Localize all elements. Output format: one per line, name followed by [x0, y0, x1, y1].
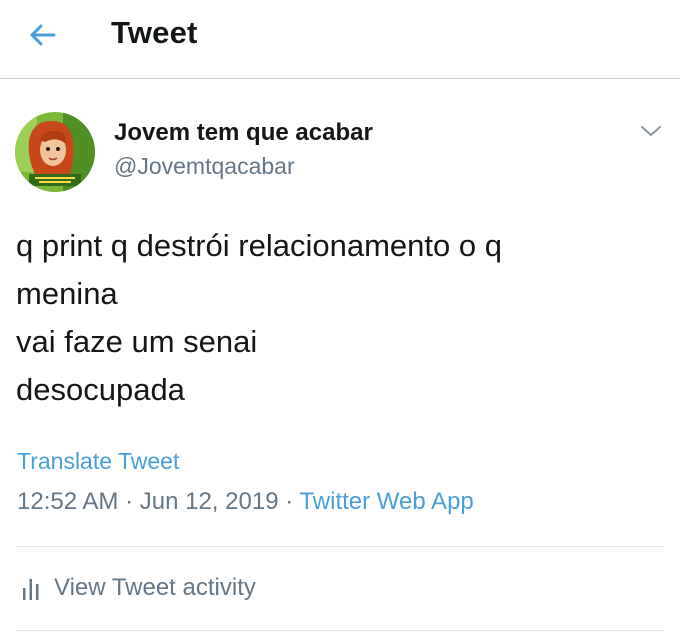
- tweet-text-line: q print q destrói relacionamento o q: [16, 228, 502, 263]
- view-tweet-activity-label: View Tweet activity: [54, 574, 256, 601]
- view-tweet-activity-button[interactable]: View Tweet activity: [22, 573, 256, 603]
- tweet-text: q print q destrói relacionamento o q men…: [16, 222, 656, 414]
- meta-separator: ·: [125, 488, 134, 515]
- avatar[interactable]: [15, 112, 95, 192]
- tweet-time: 12:52 AM: [17, 488, 119, 515]
- bar-chart-icon: [23, 579, 39, 600]
- user-handle[interactable]: @Jovemtqacabar: [114, 153, 295, 180]
- page-title: Tweet: [111, 15, 198, 50]
- tweet-source-link[interactable]: Twitter Web App: [299, 488, 473, 515]
- top-bar: Tweet: [0, 0, 680, 79]
- tweet-date[interactable]: Jun 12, 2019: [140, 488, 279, 515]
- back-button[interactable]: [24, 18, 64, 52]
- tweet-menu-button[interactable]: [636, 119, 666, 143]
- meta-separator: ·: [285, 488, 294, 515]
- tweet-text-line: vai faze um senai: [16, 324, 258, 359]
- tweet-metadata: 12:52 AM · Jun 12, 2019 · Twitter Web Ap…: [17, 488, 474, 516]
- divider: [17, 630, 663, 631]
- translate-tweet-link[interactable]: Translate Tweet: [17, 448, 179, 475]
- tweet-text-line: menina: [16, 276, 118, 311]
- tweet-text-line: desocupada: [16, 372, 185, 407]
- chevron-down-icon: [641, 126, 661, 136]
- display-name[interactable]: Jovem tem que acabar: [114, 119, 373, 147]
- divider: [17, 546, 663, 547]
- arrow-left-icon: [30, 24, 56, 46]
